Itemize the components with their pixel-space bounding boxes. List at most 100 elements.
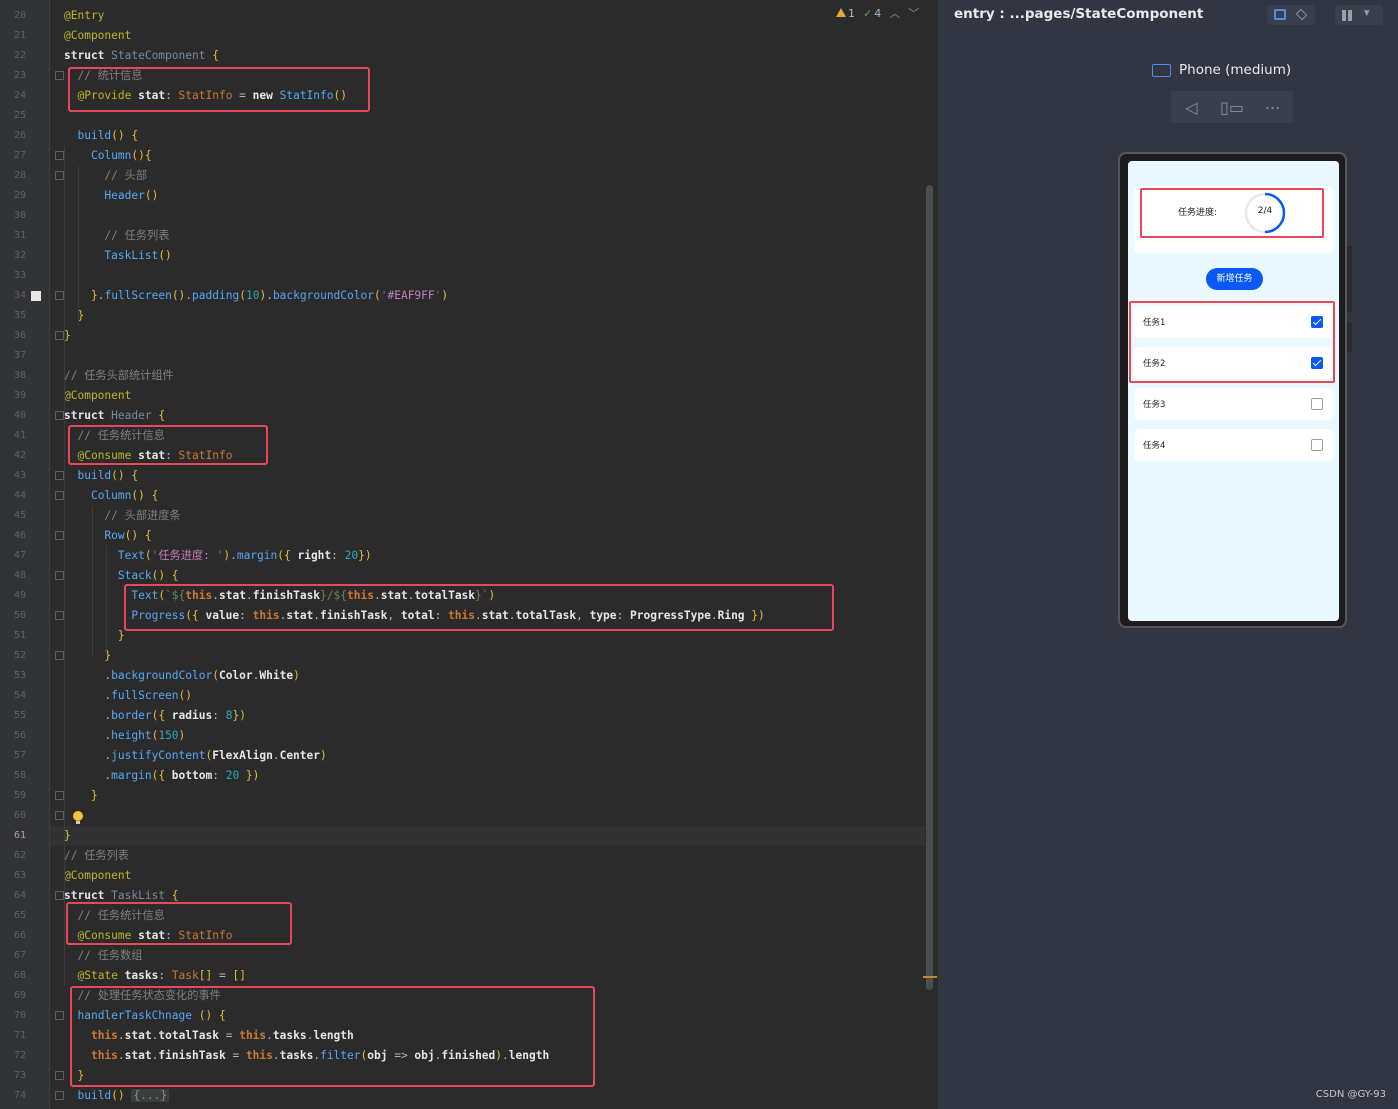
code-line[interactable]: } (64, 326, 71, 346)
line-number[interactable]: 71 (0, 1026, 26, 1046)
fold-marker-icon[interactable] (55, 71, 64, 80)
line-number[interactable]: 49 (0, 586, 26, 606)
code-line[interactable]: // 任务列表 (64, 226, 169, 246)
line-number[interactable]: 23 (0, 66, 26, 86)
fold-marker-icon[interactable] (55, 331, 64, 340)
chevron-down-icon[interactable]: ﹀ (908, 5, 919, 21)
line-number[interactable]: 57 (0, 746, 26, 766)
fold-marker-icon[interactable] (55, 171, 64, 180)
line-number[interactable]: 27 (0, 146, 26, 166)
line-number[interactable]: 67 (0, 946, 26, 966)
bookmark-icon[interactable] (31, 291, 41, 301)
back-button[interactable]: ◁ (1171, 91, 1212, 123)
line-number-gutter[interactable]: 20 21 22 23 24 25 26 27 28 29 30 31 32 33 34 35 36 37 38 39… (0, 0, 50, 1109)
code-line[interactable]: Column() { (64, 486, 158, 506)
line-number[interactable]: 41 (0, 426, 26, 446)
code-line[interactable]: @State tasks: Task[] = [] (64, 966, 245, 986)
fold-marker-icon[interactable] (55, 891, 64, 900)
line-number[interactable]: 70 (0, 1006, 26, 1026)
line-number[interactable]: 43 (0, 466, 26, 486)
code-line[interactable]: // 任务列表 (64, 846, 129, 866)
line-number[interactable]: 65 (0, 906, 26, 926)
line-number[interactable]: 58 (0, 766, 26, 786)
code-line[interactable]: } (64, 786, 98, 806)
more-button[interactable]: ⋯ (1252, 91, 1293, 123)
code-line[interactable]: build() { (64, 126, 138, 146)
line-number[interactable]: 45 (0, 506, 26, 526)
ok-count[interactable]: ✓ 4 (863, 7, 881, 20)
line-number[interactable]: 29 (0, 186, 26, 206)
code-line[interactable]: build() {...} (64, 1086, 170, 1106)
add-task-button[interactable]: 新增任务 (1206, 268, 1263, 290)
code-line[interactable]: @Component (64, 26, 131, 46)
line-number[interactable]: 61 (0, 826, 26, 846)
code-line[interactable]: @Component (64, 866, 131, 886)
code-line[interactable]: // 任务头部统计组件 (64, 366, 174, 386)
line-number[interactable]: 34 (0, 286, 26, 306)
code-line[interactable]: struct StateComponent { (64, 46, 219, 66)
fold-marker-icon[interactable] (55, 471, 64, 480)
line-number[interactable]: 53 (0, 666, 26, 686)
fold-marker-icon[interactable] (55, 531, 64, 540)
code-line[interactable]: build() { (64, 466, 138, 486)
code-line[interactable]: // 头部 (64, 166, 147, 186)
task-checkbox[interactable] (1311, 398, 1323, 410)
line-number[interactable]: 25 (0, 106, 26, 126)
fold-marker-icon[interactable] (55, 611, 64, 620)
line-number[interactable]: 36 (0, 326, 26, 346)
code-line[interactable]: }.fullScreen().padding(10).backgroundCol… (64, 286, 448, 306)
task-item[interactable]: 任务3 (1134, 388, 1333, 420)
code-line[interactable]: // 头部进度条 (64, 506, 180, 526)
code-line[interactable]: } (64, 626, 125, 646)
line-number[interactable]: 73 (0, 1066, 26, 1086)
code-line[interactable]: .height(150) (64, 726, 185, 746)
code-editor[interactable]: 20 21 22 23 24 25 26 27 28 29 30 31 32 33 34 35 36 37 38 39… (0, 0, 938, 1109)
inspections-widget[interactable]: 1 ✓ 4 ︿ ﹀ (836, 4, 919, 22)
line-number[interactable]: 54 (0, 686, 26, 706)
line-number[interactable]: 39 (0, 386, 26, 406)
line-number[interactable]: 40 (0, 406, 26, 426)
line-number[interactable]: 28 (0, 166, 26, 186)
fold-marker-icon[interactable] (55, 811, 64, 820)
warning-count[interactable]: 1 (836, 7, 855, 20)
line-number[interactable]: 48 (0, 566, 26, 586)
line-number[interactable]: 31 (0, 226, 26, 246)
fold-marker-icon[interactable] (55, 651, 64, 660)
code-line[interactable]: .justifyContent(FlexAlign.Center) (64, 746, 326, 766)
device-selector[interactable]: Phone (medium) (1152, 62, 1291, 78)
code-line[interactable]: .backgroundColor(Color.White) (64, 666, 299, 686)
line-number[interactable]: 74 (0, 1086, 26, 1106)
line-number[interactable]: 64 (0, 886, 26, 906)
code-line[interactable]: TaskList() (64, 246, 171, 266)
line-number[interactable]: 55 (0, 706, 26, 726)
line-number[interactable]: 46 (0, 526, 26, 546)
fold-marker-icon[interactable] (55, 791, 64, 800)
line-number[interactable]: 72 (0, 1046, 26, 1066)
line-number[interactable]: 22 (0, 46, 26, 66)
line-number[interactable]: 33 (0, 266, 26, 286)
line-number[interactable]: 38 (0, 366, 26, 386)
chevron-up-icon[interactable]: ︿ (889, 5, 900, 21)
line-number[interactable]: 32 (0, 246, 26, 266)
line-number[interactable]: 21 (0, 26, 26, 46)
lightbulb-icon[interactable] (73, 811, 83, 824)
code-line[interactable]: .fullScreen() (64, 686, 192, 706)
line-number[interactable]: 24 (0, 86, 26, 106)
line-number[interactable]: 51 (0, 626, 26, 646)
task-item[interactable]: 任务4 (1134, 429, 1333, 461)
line-number[interactable]: 68 (0, 966, 26, 986)
editor-scrollbar[interactable] (926, 185, 933, 990)
code-line[interactable]: // 任务数组 (64, 946, 142, 966)
fold-marker-icon[interactable] (55, 1091, 64, 1100)
code-line[interactable]: } (64, 306, 84, 326)
fold-marker-icon[interactable] (55, 1071, 64, 1080)
line-number[interactable]: 59 (0, 786, 26, 806)
line-number[interactable]: 56 (0, 726, 26, 746)
line-number[interactable]: 66 (0, 926, 26, 946)
code-line[interactable]: Row() { (64, 526, 151, 546)
line-number[interactable]: 35 (0, 306, 26, 326)
code-line[interactable]: } (64, 826, 71, 846)
line-number[interactable]: 52 (0, 646, 26, 666)
code-line[interactable]: Column(){ (64, 146, 152, 166)
fold-marker-icon[interactable] (55, 571, 64, 580)
